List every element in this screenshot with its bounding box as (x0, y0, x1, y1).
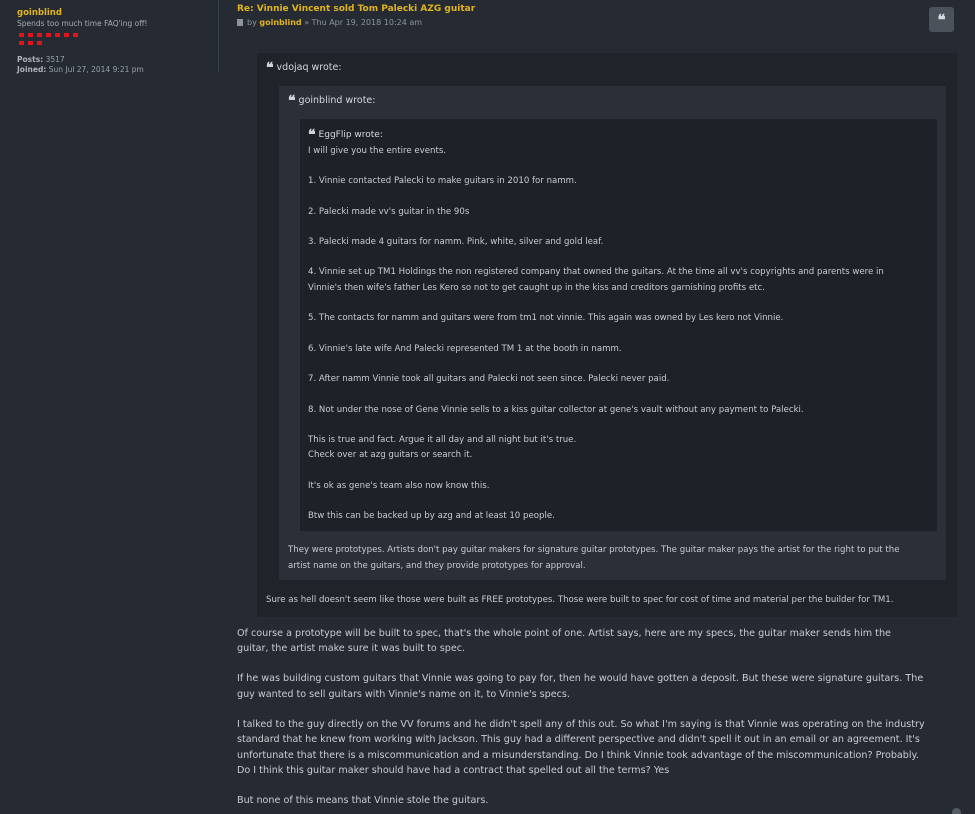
quote-line: 2. Palecki made vv's guitar in the 90s (308, 207, 470, 217)
post-date: » Thu Apr 19, 2018 10:24 am (304, 18, 423, 27)
posts-label: Posts: (17, 55, 44, 64)
quote-line: Check over at azg guitars or search it. (308, 450, 473, 460)
middle-quote-cite: ❝ goinblind wrote: (288, 93, 375, 109)
middle-cite-text: goinblind wrote: (298, 95, 376, 106)
outer-quote-cite: ❝ vdojaq wrote: (266, 60, 342, 76)
quote-line: Sure as hell doesn't seem like those wer… (266, 595, 894, 605)
quote-line: 4. Vinnie set up TM1 Holdings the non re… (308, 267, 884, 277)
post-text-line: I talked to the guy directly on the VV f… (237, 719, 925, 730)
quote-button[interactable]: ❝ (929, 7, 954, 32)
quote-line: Vinnie's then wife's father Les Kero so … (308, 283, 765, 293)
quote-icon: ❝ (308, 127, 316, 143)
quote-line: 1. Vinnie contacted Palecki to make guit… (308, 176, 577, 186)
quote-line: It's ok as gene's team also now know thi… (308, 481, 490, 491)
post-text-line: Do I think this guitar maker should have… (237, 765, 670, 776)
rank-image (17, 32, 87, 48)
inner-cite-text: EggFlip wrote: (318, 130, 383, 140)
post-text-line: unfortunate that there is a miscommunica… (237, 750, 919, 761)
profile-details: Posts: 3517 Joined: Sun Jul 27, 2014 9:2… (17, 55, 218, 75)
by-label: by (247, 18, 257, 27)
quote-line: 6. Vinnie's late wife And Palecki repres… (308, 344, 622, 354)
quote-line: This is true and fact. Argue it all day … (308, 435, 577, 445)
post-text-line: guy wanted to sell guitars with Vinnie's… (237, 689, 570, 700)
quote-icon: ❝ (288, 93, 296, 109)
profile-rank-title: Spends too much time FAQ'ing off! (17, 19, 148, 28)
joined-date: Sun Jul 27, 2014 9:21 pm (48, 65, 144, 74)
joined-label: Joined: (17, 65, 47, 74)
posts-count[interactable]: 3517 (46, 55, 65, 64)
forum-post: goinblind Spends too much time FAQ'ing o… (0, 0, 975, 814)
quote-line: 5. The contacts for namm and guitars wer… (308, 313, 784, 323)
quote-icon: ❝ (937, 11, 946, 29)
quote-line: 8. Not under the nose of Gene Vinnie sel… (308, 405, 804, 415)
quote-line: 3. Palecki made 4 guitars for namm. Pink… (308, 237, 604, 247)
post-text-line: Of course a prototype will be built to s… (237, 628, 891, 639)
post-icon[interactable] (237, 19, 243, 26)
post-text-line: standard that he knew from working with … (237, 734, 920, 745)
post-text-line: guitar, the artist make sure it was buil… (237, 643, 466, 654)
post-title-link[interactable]: Re: Vinnie Vincent sold Tom Palecki AZG … (237, 4, 475, 14)
post-author-line: by goinblind » Thu Apr 19, 2018 10:24 am (237, 18, 422, 27)
author-link[interactable]: goinblind (259, 18, 301, 27)
quote-line: 7. After namm Vinnie took all guitars an… (308, 374, 670, 384)
quote-line: artist name on the guitars, and they pro… (288, 561, 586, 571)
back-to-top-icon[interactable] (952, 808, 961, 814)
quote-line: They were prototypes. Artists don't pay … (288, 545, 900, 555)
quote-icon: ❝ (266, 60, 274, 76)
quote-line: Btw this can be backed up by azg and at … (308, 511, 555, 521)
inner-quote-cite: ❝ EggFlip wrote: (308, 127, 383, 143)
profile-username-link[interactable]: goinblind (17, 8, 218, 18)
quote-line: I will give you the entire events. (308, 146, 447, 156)
post-text-line: But none of this means that Vinnie stole… (237, 795, 489, 806)
post-profile: goinblind Spends too much time FAQ'ing o… (0, 0, 219, 75)
post-text-line: If he was building custom guitars that V… (237, 673, 924, 684)
outer-cite-text: vdojaq wrote: (276, 62, 342, 73)
